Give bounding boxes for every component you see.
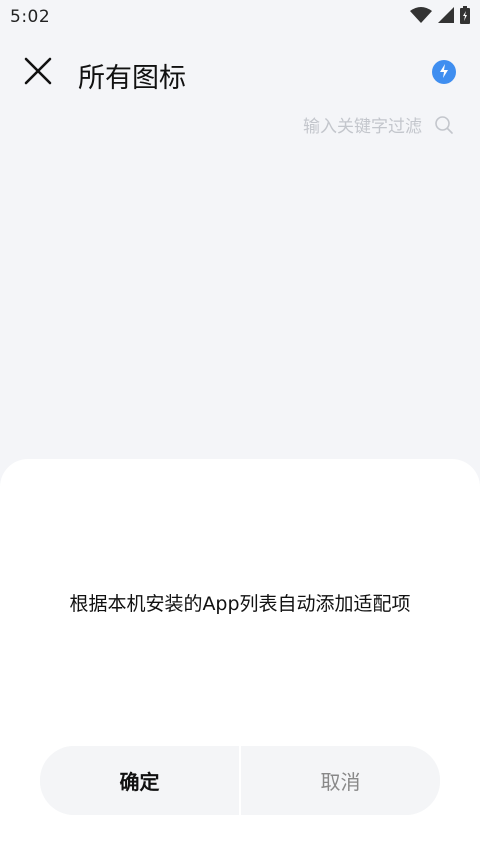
search-bar <box>272 112 454 142</box>
bolt-icon <box>438 63 450 82</box>
dialog-button-row: 确定 取消 <box>40 746 440 815</box>
page-title: 所有图标 <box>78 63 186 94</box>
battery-icon <box>460 6 470 28</box>
search-icon[interactable] <box>434 115 454 139</box>
quick-action-button[interactable] <box>432 60 456 84</box>
cancel-button[interactable]: 取消 <box>241 746 440 815</box>
close-button[interactable] <box>20 55 56 91</box>
bottom-sheet-dialog: 根据本机安装的App列表自动添加适配项 确定 取消 <box>0 459 480 855</box>
confirm-button[interactable]: 确定 <box>40 746 239 815</box>
search-input[interactable] <box>272 117 422 137</box>
wifi-icon <box>410 7 432 27</box>
signal-icon <box>438 7 454 27</box>
status-bar: 5:02 <box>0 0 480 34</box>
status-icons <box>410 6 470 28</box>
header: 所有图标 <box>0 44 480 102</box>
dialog-message: 根据本机安装的App列表自动添加适配项 <box>69 593 411 615</box>
status-time: 5:02 <box>10 7 51 27</box>
close-icon <box>23 56 53 90</box>
